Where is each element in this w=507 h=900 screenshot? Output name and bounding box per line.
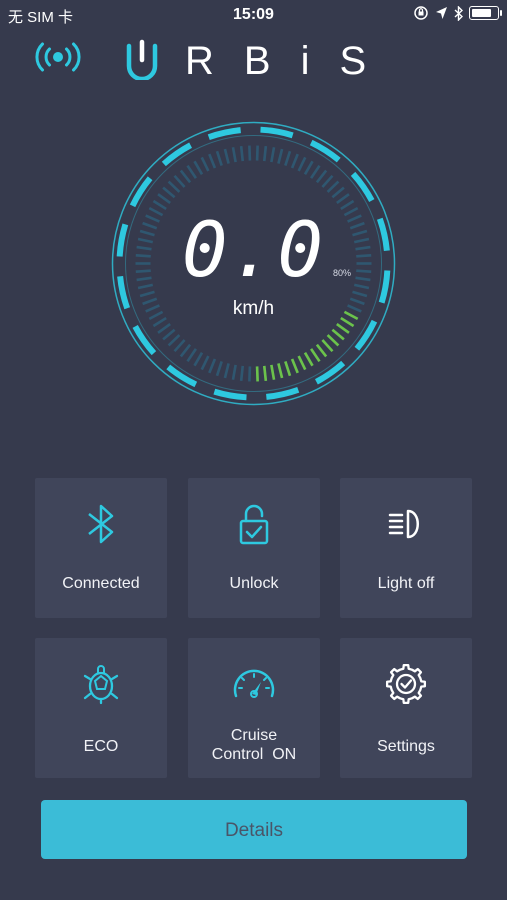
status-bar: 无 SIM 卡 15:09 xyxy=(0,0,507,30)
gauge-tick xyxy=(248,366,252,382)
battery-level-tick xyxy=(255,366,259,382)
gauge-tick xyxy=(239,365,245,381)
gauge-segment xyxy=(265,386,300,400)
tile-label-line-1: Cruise xyxy=(230,727,278,744)
battery-level-tick xyxy=(321,339,334,353)
tile-label-line-2: Control ON xyxy=(211,746,297,763)
gauge-tick xyxy=(186,164,197,179)
gauge-tick xyxy=(157,322,171,334)
gauge-segment xyxy=(213,388,247,401)
unlock-tile[interactable]: Unlock xyxy=(188,478,320,618)
battery-level-tick xyxy=(326,334,340,347)
gauge-tick xyxy=(193,160,204,175)
orientation-lock-icon xyxy=(414,6,428,20)
battery-level-tick xyxy=(303,352,314,367)
speed-unit: km/h xyxy=(232,298,275,319)
tile-label: Connected xyxy=(62,575,140,592)
gauge-tick xyxy=(223,363,230,379)
gauge-tick xyxy=(173,339,186,353)
gauge-tick xyxy=(331,186,345,199)
gauge-tick xyxy=(290,153,299,169)
gauge-tick xyxy=(262,146,268,162)
speed-readout: 0.0 xyxy=(181,205,326,294)
broadcast-signal-icon[interactable] xyxy=(34,41,82,73)
cruise-control-tile[interactable]: Cruise Control ON xyxy=(188,638,320,778)
gauge-tick xyxy=(193,352,204,367)
headlight-icon xyxy=(388,509,419,539)
battery-icon xyxy=(469,6,502,20)
gauge-tick xyxy=(208,153,217,169)
gauge-tick xyxy=(310,164,321,179)
gauge-tick xyxy=(179,169,192,184)
gauge-tick xyxy=(270,147,276,163)
tile-label: Unlock xyxy=(229,575,279,592)
power-icon xyxy=(126,39,158,80)
gauge-segment xyxy=(260,126,294,139)
battery-level-tick xyxy=(315,343,328,358)
gauge-tick xyxy=(231,147,237,163)
bluetooth-tile[interactable]: Connected xyxy=(35,478,167,618)
details-button[interactable]: Details xyxy=(41,800,467,859)
battery-level-tick xyxy=(310,348,321,363)
gauge-tick xyxy=(167,334,181,347)
status-icons xyxy=(413,5,502,21)
gauge-tick xyxy=(255,145,259,161)
gauge-tick xyxy=(179,343,192,358)
gauge-tick xyxy=(223,148,230,164)
gauge-tick xyxy=(162,186,176,199)
urbis-logo: RBiS xyxy=(126,39,385,80)
gauge-tick xyxy=(315,169,328,184)
eco-tile[interactable]: ECO xyxy=(35,638,167,778)
location-arrow-icon xyxy=(436,7,447,19)
gauge-tick xyxy=(303,160,314,175)
gear-check-icon xyxy=(385,663,427,705)
battery-level-tick xyxy=(290,358,299,374)
speedometer-icon xyxy=(233,669,275,698)
gauge-tick xyxy=(186,348,197,363)
gauge-tick xyxy=(167,180,181,193)
gauge-tick xyxy=(352,290,368,298)
gauge-tick xyxy=(162,328,176,341)
gauge-tick xyxy=(215,361,223,377)
gear-outline xyxy=(385,663,427,705)
battery-level-tick xyxy=(297,355,307,371)
settings-tile[interactable]: Settings xyxy=(340,638,472,778)
light-tile[interactable]: Light off xyxy=(340,478,472,618)
gauge-tick xyxy=(139,290,155,298)
bluetooth-icon xyxy=(88,504,114,544)
battery-level-tick xyxy=(270,364,276,380)
unlock-icon xyxy=(239,504,269,545)
gauge-tick xyxy=(157,193,171,205)
tile-label: Settings xyxy=(377,738,435,755)
gauge-tick xyxy=(297,156,307,172)
gauge-tick xyxy=(340,199,355,211)
gauge-tick xyxy=(208,358,217,374)
gauge-tick xyxy=(277,148,284,164)
battery-level-tick xyxy=(277,363,284,379)
gauge-tick xyxy=(321,174,334,188)
gauge-tick xyxy=(336,193,350,205)
gauge-tick xyxy=(200,156,210,172)
gauge-tick xyxy=(215,150,223,166)
battery-level-tick xyxy=(284,361,292,377)
gauge-tick xyxy=(173,174,186,188)
gauge-tick xyxy=(326,180,340,193)
gauge-tick xyxy=(284,150,292,166)
gauge-tick xyxy=(200,355,210,371)
turtle-icon xyxy=(83,665,119,705)
gauge-segment xyxy=(207,127,242,141)
logo-text: RBiS xyxy=(185,39,385,80)
battery-level-tick xyxy=(331,328,345,341)
battery-level-tick xyxy=(336,322,350,334)
battery-percent-label: 80% xyxy=(333,268,352,278)
bluetooth-status-icon xyxy=(454,5,463,21)
gauge-tick xyxy=(239,146,245,162)
tile-label: Light off xyxy=(377,575,435,592)
gauge-tick xyxy=(248,145,252,161)
gauge-tick xyxy=(231,364,237,380)
tile-label: ECO xyxy=(83,738,119,755)
battery-level-tick xyxy=(262,365,268,381)
gauge-tick xyxy=(152,199,167,211)
